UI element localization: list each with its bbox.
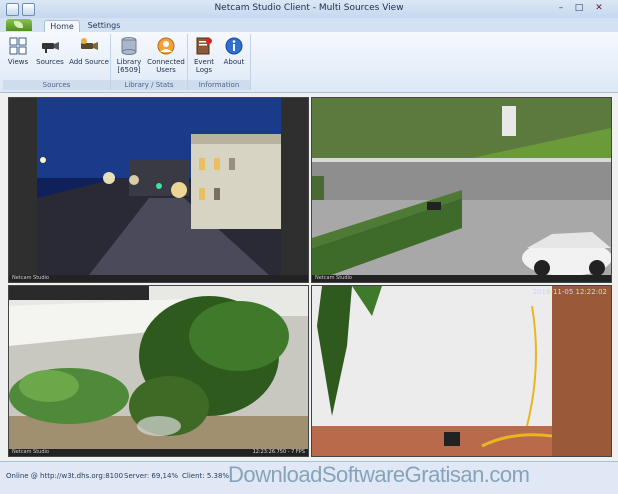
minimize-button[interactable]: – bbox=[554, 2, 568, 15]
watermark-text: DownloadSoftwareGratisan.com bbox=[228, 462, 530, 487]
camera-2-overlay-bar: Netcam Studio bbox=[312, 275, 611, 282]
camera-2-logo: Netcam Studio bbox=[315, 275, 352, 281]
camera-1-logo: Netcam Studio bbox=[12, 275, 49, 281]
views-grid-icon bbox=[9, 37, 27, 55]
camera-3-overlay-bar: Netcam Studio 12:23:26.750 - 7 FPS bbox=[9, 449, 308, 456]
status-client-cpu: Client: 5.38% bbox=[182, 472, 230, 480]
sources-label: Sources bbox=[36, 58, 64, 66]
camera-2-image bbox=[312, 98, 611, 282]
tab-settings[interactable]: Settings bbox=[84, 20, 124, 32]
cameras-icon bbox=[42, 42, 59, 53]
camera-4-timestamp: 2016-11-05 12:22:02 bbox=[532, 288, 607, 296]
event-logs-button[interactable]: Event Logs bbox=[190, 34, 218, 78]
add-camera-icon bbox=[81, 38, 98, 50]
views-button[interactable]: Views bbox=[5, 34, 31, 78]
ribbon-group-library: Library [6509] Connected Users Library /… bbox=[111, 34, 188, 90]
connected-users-label: Connected Users bbox=[147, 58, 185, 74]
title-bar: Netcam Studio Client - Multi Sources Vie… bbox=[0, 0, 618, 19]
info-icon bbox=[225, 37, 243, 55]
ribbon-group-sources: Views Sources Add Source Sources bbox=[3, 34, 111, 90]
camera-3-timestamp: 12:23:26.750 - 7 FPS bbox=[252, 449, 305, 455]
camera-view-3[interactable]: Netcam Studio 12:23:26.750 - 7 FPS bbox=[8, 285, 309, 457]
information-group-label: Information bbox=[188, 80, 250, 90]
status-connection: Online @ http://w3t.dhs.org:8100 bbox=[6, 472, 124, 480]
close-button[interactable]: ✕ bbox=[592, 2, 606, 15]
users-icon bbox=[157, 37, 175, 55]
about-button[interactable]: About bbox=[220, 34, 248, 78]
window-title: Netcam Studio Client - Multi Sources Vie… bbox=[214, 3, 404, 13]
maximize-button[interactable]: □ bbox=[572, 2, 586, 15]
event-log-icon bbox=[196, 37, 212, 55]
ribbon-tabs: Home Settings bbox=[0, 18, 618, 33]
camera-view-2[interactable]: Netcam Studio bbox=[311, 97, 612, 283]
add-source-button[interactable]: Add Source bbox=[69, 34, 109, 78]
library-button[interactable]: Library [6509] bbox=[113, 34, 145, 78]
status-bar: Online @ http://w3t.dhs.org:8100 Server:… bbox=[0, 461, 618, 494]
connected-users-button[interactable]: Connected Users bbox=[147, 34, 185, 78]
add-source-label: Add Source bbox=[69, 58, 109, 66]
camera-1-overlay-bar: Netcam Studio bbox=[9, 275, 308, 282]
camera-view-4[interactable]: 2016-11-05 12:22:02 bbox=[311, 285, 612, 457]
about-label: About bbox=[223, 58, 245, 66]
ribbon-group-information: Event Logs About Information bbox=[188, 34, 251, 90]
app-menu-button[interactable] bbox=[6, 19, 32, 31]
library-label: Library [6509] bbox=[116, 58, 142, 74]
sources-button[interactable]: Sources bbox=[33, 34, 67, 78]
camera-3-image bbox=[9, 286, 308, 456]
event-logs-label: Event Logs bbox=[193, 58, 215, 74]
ribbon: Views Sources Add Source Sources Library… bbox=[0, 32, 618, 93]
views-label: Views bbox=[7, 58, 29, 66]
database-icon bbox=[121, 37, 137, 55]
sources-group-label: Sources bbox=[3, 80, 110, 90]
status-server-cpu: Server: 69,14% bbox=[124, 472, 179, 480]
camera-view-1[interactable]: Netcam Studio bbox=[8, 97, 309, 283]
multi-source-view: Netcam Studio Netcam Studio Netcam Studi… bbox=[0, 93, 618, 461]
camera-1-image bbox=[9, 98, 308, 282]
library-group-label: Library / Stats bbox=[111, 80, 187, 90]
leaf-icon bbox=[14, 21, 23, 28]
camera-3-logo: Netcam Studio bbox=[12, 449, 49, 455]
